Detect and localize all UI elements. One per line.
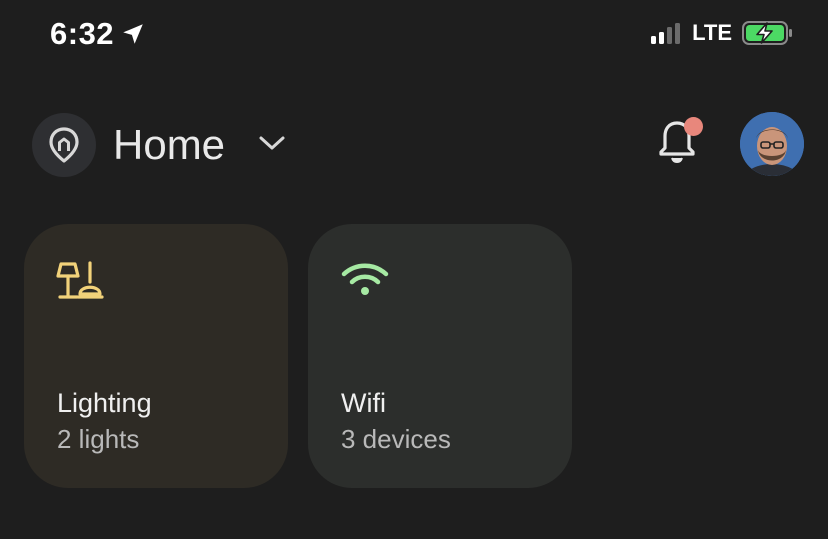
chevron-down-icon[interactable] xyxy=(258,133,286,153)
status-time: 6:32 xyxy=(50,16,146,52)
status-indicators: LTE xyxy=(651,20,794,46)
home-pin-icon xyxy=(49,127,79,163)
card-subtitle: 2 lights xyxy=(57,424,140,454)
status-time-text: 6:32 xyxy=(50,16,115,51)
home-title[interactable]: Home xyxy=(113,119,225,171)
card-title: Lighting xyxy=(57,388,152,418)
notification-badge xyxy=(684,117,703,136)
lamp-icon xyxy=(56,261,104,299)
wifi-icon xyxy=(341,263,389,295)
signal-icon xyxy=(651,22,681,44)
card-subtitle: 3 devices xyxy=(341,424,451,454)
home-pin-button[interactable] xyxy=(32,113,96,177)
network-label: LTE xyxy=(692,20,732,45)
location-arrow-icon xyxy=(123,24,143,44)
avatar-image xyxy=(740,112,804,176)
avatar[interactable] xyxy=(740,112,804,176)
battery-charging-icon xyxy=(742,21,792,45)
lighting-card[interactable]: Lighting 2 lights xyxy=(24,224,288,488)
card-title: Wifi xyxy=(341,388,386,418)
wifi-card[interactable]: Wifi 3 devices xyxy=(308,224,572,488)
